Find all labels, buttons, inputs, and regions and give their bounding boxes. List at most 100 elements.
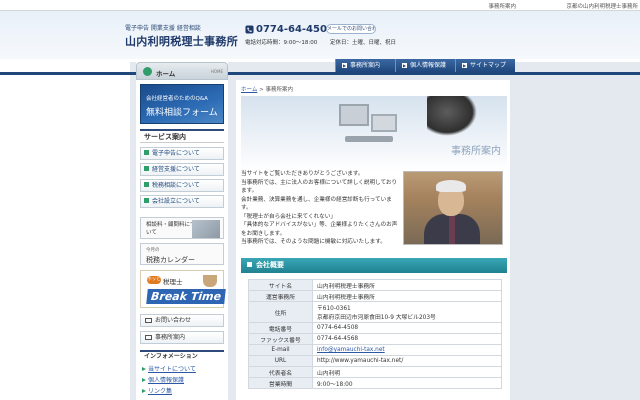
contact-label: お問い合わせ xyxy=(155,317,192,324)
nav-item-sitemap[interactable]: ▶ サイトマップ xyxy=(455,59,515,72)
break-label: 税理士 xyxy=(163,278,183,286)
nav-underline xyxy=(0,72,640,75)
section-title: 会社概要 xyxy=(256,261,284,269)
info-heading: インフォメーション xyxy=(140,350,224,362)
monitor-graphic xyxy=(339,104,369,126)
calendar-caption: 今月の xyxy=(146,248,160,253)
nav-item-privacy[interactable]: ▶ 個人情報保護 xyxy=(395,59,455,72)
office-link[interactable]: 事務所案内 xyxy=(140,331,224,344)
table-row: E-mail info@yamauchi-tax.net xyxy=(248,344,502,356)
intro-line: 会計業務、決算業務を通し、企業様の経営診断も行っています。 xyxy=(241,196,392,212)
intro-line: 「税理士が自ら会社に来てくれない」 xyxy=(241,213,336,220)
service-link-efiling[interactable]: 電子申告について xyxy=(140,147,224,160)
service-label: 経営支援について xyxy=(152,166,200,173)
address: 京都府京田辺市河原食田10-9 大塚ビル203号 xyxy=(317,315,436,321)
home-label: ホーム xyxy=(156,70,176,78)
table-value: info@yamauchi-tax.net xyxy=(312,344,502,356)
table-value: 〒610-0361 京都府京田辺市河原食田10-9 大塚ビル203号 xyxy=(312,301,502,323)
table-row: 電話番号 0774-64-4508 xyxy=(248,322,502,334)
service-label: 電子申告について xyxy=(152,150,200,157)
fees-text: 相談料・顧問料について xyxy=(146,222,196,236)
table-value: http://www.yamauchi-tax.net/ xyxy=(312,355,502,367)
breadcrumb-current: 事務所案内 xyxy=(265,87,293,93)
bullet-icon xyxy=(247,262,252,267)
tel-block: 0774-64-4508 電話対応時間：9:00～18:00 xyxy=(245,23,335,49)
monitor-graphic xyxy=(371,114,397,132)
home-link[interactable]: ホーム HOME xyxy=(136,62,228,80)
info-link-about[interactable]: 当サイトについて xyxy=(140,364,224,375)
service-link-management[interactable]: 経営支援について xyxy=(140,163,224,176)
page-background-right xyxy=(510,62,640,400)
bullet-icon xyxy=(144,182,149,187)
main-content: ホーム > 事務所案内 事務所案内 当サイトをご覧いただきありがとうございます。… xyxy=(236,80,510,400)
photo-hair xyxy=(436,180,466,192)
main-nav: ▶ 事務所案内 ▶ 個人情報保護 ▶ サイトマップ xyxy=(335,59,515,72)
holidays-text: 定休日：土曜、日曜、祝日 xyxy=(330,40,397,46)
hero-image: 事務所案内 xyxy=(241,96,507,171)
top-link-site[interactable]: 京都の山内利明税理士事務所 xyxy=(566,2,638,10)
info-list: 当サイトについて 個人情報保護 リンク集 xyxy=(140,364,224,397)
postal-code: 〒610-0361 xyxy=(317,306,351,312)
tax-calendar-banner[interactable]: 今月の 税務カレンダー xyxy=(140,243,224,265)
triangle-bullet-icon xyxy=(142,389,146,393)
info-link-links[interactable]: リンク集 xyxy=(140,386,224,397)
runner-graphic xyxy=(427,96,477,136)
fees-banner[interactable]: 相談料・顧問料について xyxy=(140,217,224,239)
site-logo-title[interactable]: 山内利明税理士事務所 xyxy=(125,33,238,49)
chevron-right-icon: ▶ xyxy=(342,63,347,68)
triangle-bullet-icon xyxy=(142,378,146,382)
table-value: 9:00～18:00 xyxy=(312,377,502,389)
hero-title: 事務所案内 xyxy=(451,146,501,157)
service-link-tax-consult[interactable]: 税務相談について xyxy=(140,179,224,192)
nav-label: 個人情報保護 xyxy=(410,62,447,69)
free-consult-banner[interactable]: 会社経営者のためのQ&A 無料相談フォーム xyxy=(140,84,224,124)
table-key: 住所 xyxy=(248,301,313,323)
table-key: 電話番号 xyxy=(248,322,313,334)
document-icon xyxy=(145,335,152,340)
services-heading: サービス案内 xyxy=(140,129,224,143)
info-label: 当サイトについて xyxy=(148,366,196,373)
table-row: 代表者名 山内利明 xyxy=(248,366,502,378)
table-row: 営業時間 9:00～18:00 xyxy=(248,377,502,389)
bullet-icon xyxy=(144,150,149,155)
nav-label: サイトマップ xyxy=(470,62,507,69)
office-label: 事務所案内 xyxy=(155,334,186,341)
fees-photo xyxy=(192,220,220,238)
hot-badge: ホッと xyxy=(147,276,161,284)
break-time-banner[interactable]: ホッと 税理士 Break Time xyxy=(140,270,226,308)
banner-caption: 会社経営者のためのQ&A xyxy=(146,96,208,102)
table-row: ファックス番号 0774-64-4568 xyxy=(248,333,502,345)
breadcrumb-home[interactable]: ホーム xyxy=(241,87,257,93)
table-row: 住所 〒610-0361 京都府京田辺市河原食田10-9 大塚ビル203号 xyxy=(248,301,502,323)
phone-icon xyxy=(245,25,254,34)
table-key: 営業時間 xyxy=(248,377,313,389)
bullet-icon xyxy=(144,166,149,171)
email-link[interactable]: info@yamauchi-tax.net xyxy=(317,347,385,353)
table-value: 山内利明税理士事務所 xyxy=(312,279,502,291)
intro-text: 当サイトをご覧いただきありがとうございます。 当事務所では、主に法人のお客様につ… xyxy=(241,170,401,247)
table-key: サイト名 xyxy=(248,279,313,291)
service-link-incorporation[interactable]: 会社設立について xyxy=(140,195,224,208)
services-list: 電子申告について 経営支援について 税務相談について 会社設立について xyxy=(140,147,224,211)
calendar-title: 税務カレンダー xyxy=(146,256,195,264)
table-key: 運営事務所 xyxy=(248,290,313,302)
mail-icon xyxy=(145,318,152,323)
header-subtitle: 電子申告 開業支援 経営相談 xyxy=(125,25,201,32)
top-link-office[interactable]: 事務所案内 xyxy=(488,2,516,10)
mail-contact-button[interactable]: メールでのお問い合わせは xyxy=(326,24,376,34)
contact-link[interactable]: お問い合わせ xyxy=(140,314,224,327)
table-key: 代表者名 xyxy=(248,366,313,378)
tel-number: 0774-64-4508 xyxy=(256,24,334,35)
info-label: リンク集 xyxy=(148,388,173,395)
company-info-table: サイト名 山内利明税理士事務所 運営事務所 山内利明税理士事務所 住所 〒610-03… xyxy=(248,279,502,389)
table-value: 山内利明税理士事務所 xyxy=(312,290,502,302)
home-icon xyxy=(143,67,152,76)
nav-item-office[interactable]: ▶ 事務所案内 xyxy=(335,59,395,72)
coffee-cup-icon xyxy=(203,275,217,287)
table-row: サイト名 山内利明税理士事務所 xyxy=(248,279,502,291)
info-link-privacy[interactable]: 個人情報保護 xyxy=(140,375,224,386)
table-value: 0774-64-4568 xyxy=(312,333,502,345)
table-row: 運営事務所 山内利明税理士事務所 xyxy=(248,290,502,302)
info-label: 個人情報保護 xyxy=(148,377,185,384)
banner-title: 無料相談フォーム xyxy=(146,108,218,118)
